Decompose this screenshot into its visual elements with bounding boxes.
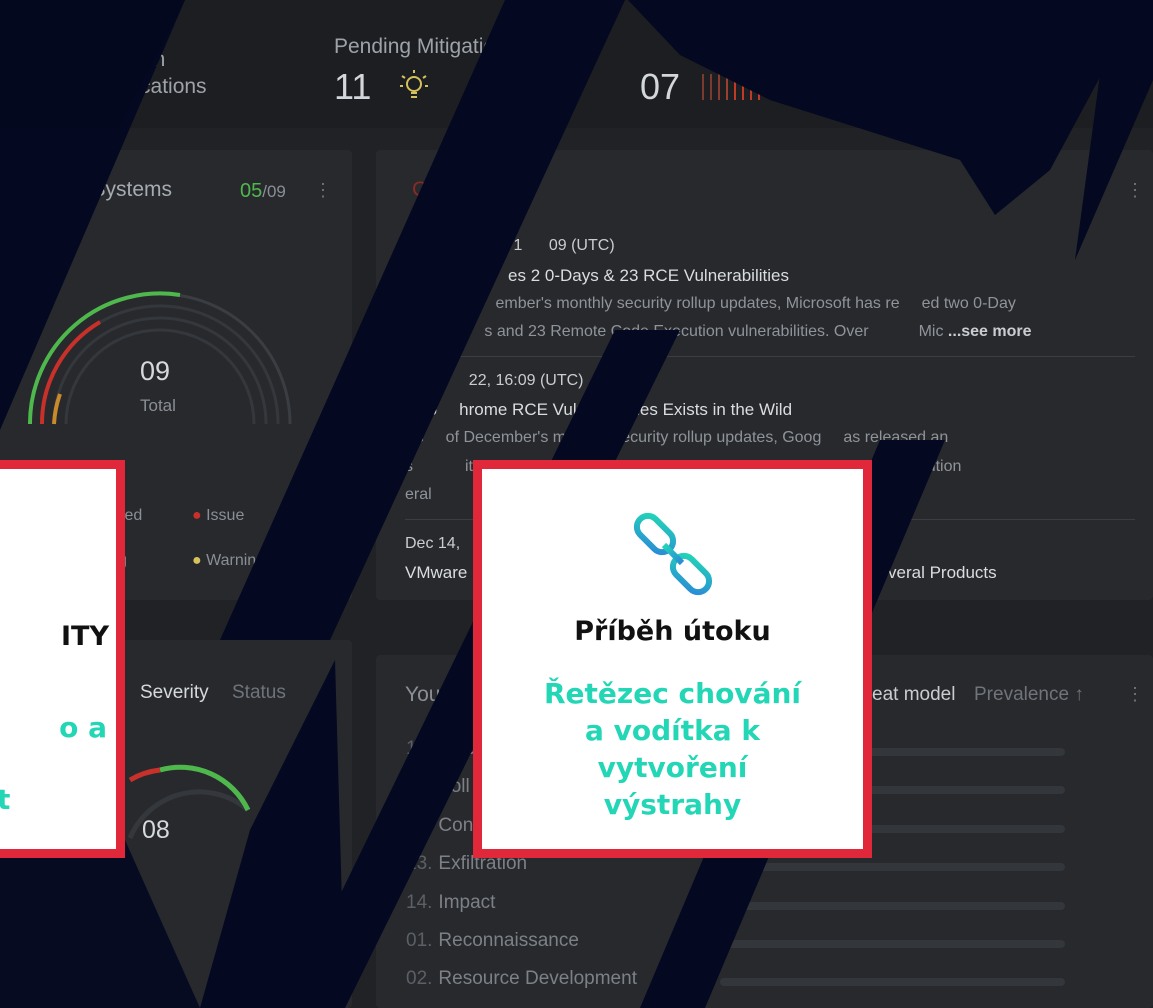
alert-1-body-line2: vulnerab s and 23 Remote Code Execution v… bbox=[405, 323, 1032, 340]
pending-mitigations-label: Pending Mitigations bbox=[334, 35, 518, 58]
alert-1-see-more-link[interactable]: ...see more bbox=[948, 323, 1032, 340]
third-kpi-value: 07 bbox=[640, 66, 681, 107]
alert-divider bbox=[405, 356, 1135, 357]
attack-story-card[interactable]: Příběh útoku Řetězec chování a vodítka k… bbox=[473, 460, 872, 858]
severity-gauge bbox=[127, 764, 251, 839]
cti-panel-title: CTI Alerts bbox=[412, 178, 505, 201]
mitre-menu-icon[interactable]: ⋮ bbox=[1126, 684, 1144, 705]
tactic-number: 10. bbox=[406, 738, 433, 759]
alert-2-body-line2: sity bbox=[405, 458, 481, 475]
alert-1-body-line1: As part of ember's monthly security rollu… bbox=[405, 295, 1016, 312]
dashboard-screenshot: en unications Pending Mitigations 11 07 … bbox=[0, 0, 1153, 1008]
mitre-panel-title: Your M bbox=[405, 683, 471, 706]
systems-count-total: /09 bbox=[262, 182, 286, 201]
open-kpi-label-line1: en bbox=[142, 48, 166, 71]
tactic-prevalence-track bbox=[720, 902, 1065, 910]
severity-bars-icon bbox=[702, 74, 760, 100]
alert-2-date: Dec 1 22, 16:09 (UTC) bbox=[405, 372, 584, 389]
tactic-name: Coll bbox=[437, 776, 470, 797]
tactic-number: 01. bbox=[406, 930, 433, 951]
kpi-bar bbox=[0, 0, 1153, 128]
systems-count-ok: 05 bbox=[240, 180, 263, 202]
left-card-sub-line2: t bbox=[0, 783, 11, 816]
systems-gauge-label: Total bbox=[140, 396, 176, 415]
tactic-row[interactable]: 10. Late bbox=[406, 738, 475, 760]
attack-story-title: Příběh útoku bbox=[574, 616, 771, 647]
tactic-row[interactable]: 01. Reconnaissance bbox=[406, 930, 579, 952]
left-card-sub-line1: o a bbox=[59, 711, 107, 744]
alert-2-title[interactable]: Goo hrome RCE Vulnerabilities Exists in t… bbox=[405, 400, 792, 420]
systems-count: 05/09 bbox=[240, 180, 286, 203]
tactic-name: Resource Development bbox=[438, 968, 637, 989]
alert-1-title[interactable]: Microsoft Pes 2 0-Days & 23 RCE Vulnerab… bbox=[405, 266, 789, 286]
severity-gauge-value: 08 bbox=[142, 816, 170, 844]
systems-gauge-value: 09 bbox=[140, 356, 171, 386]
alert-2-body-line3: eral bbox=[405, 486, 432, 503]
tactic-name: Reconnaissance bbox=[438, 930, 579, 951]
cti-menu-icon[interactable]: ⋮ bbox=[1126, 180, 1144, 201]
tactic-name: Impact bbox=[438, 892, 496, 913]
tactic-prevalence-track bbox=[720, 863, 1065, 871]
pending-mitigations-value: 11 bbox=[334, 66, 372, 107]
tactic-number: 12. bbox=[406, 815, 433, 836]
alert-1-date: Dec 14, 2022 , 1 09 (UTC) bbox=[405, 237, 615, 254]
tactic-name: Con bbox=[438, 815, 474, 836]
systems-menu-icon[interactable]: ⋮ bbox=[314, 180, 332, 201]
tactic-row[interactable]: 11. Coll bbox=[406, 776, 470, 798]
attack-story-subtitle: Řetězec chování a vodítka k vytvoření vý… bbox=[543, 677, 801, 821]
tactic-number: 13. bbox=[406, 853, 433, 874]
tab-threat-model[interactable]: eat model bbox=[872, 684, 955, 706]
lightbulb-icon bbox=[400, 70, 428, 98]
tactic-row[interactable]: 02. Resource Development bbox=[406, 968, 637, 990]
open-kpi-label-line2: unications bbox=[112, 75, 207, 98]
tactic-row[interactable]: 12. Con bbox=[406, 815, 473, 837]
tab-prevalence[interactable]: Prevalence ↑ bbox=[974, 684, 1084, 706]
tactic-number: 02. bbox=[406, 968, 433, 989]
chain-link-icon bbox=[633, 512, 713, 596]
left-card-title: ITY bbox=[60, 621, 109, 652]
alert-3-title[interactable]: VMware bbox=[405, 563, 467, 583]
tactic-prevalence-track bbox=[720, 940, 1065, 948]
systems-panel-title: g Systems bbox=[74, 178, 173, 201]
tactic-prevalence-track bbox=[720, 978, 1065, 986]
legend-issue: ● Issue bbox=[192, 507, 245, 524]
alert-3-title-end[interactable]: veral Products bbox=[888, 563, 997, 583]
tab-status[interactable]: Status bbox=[232, 682, 286, 704]
tactic-name: Late bbox=[438, 738, 476, 759]
alert-2-body-line2-end: cod ecution bbox=[870, 458, 962, 475]
alert-3-date: Dec 14, bbox=[405, 535, 461, 552]
tactic-number: 11. bbox=[406, 776, 432, 797]
tactic-row[interactable]: 14. Impact bbox=[406, 892, 495, 914]
tactic-number: 14. bbox=[406, 892, 433, 913]
tab-severity[interactable]: Severity bbox=[140, 682, 209, 704]
left-feature-card[interactable]: ITY o a t bbox=[0, 460, 125, 858]
alert-2-body-line1: As of December's monthly security rollup … bbox=[405, 429, 949, 446]
legend-warning: ● Warning bbox=[192, 552, 266, 569]
